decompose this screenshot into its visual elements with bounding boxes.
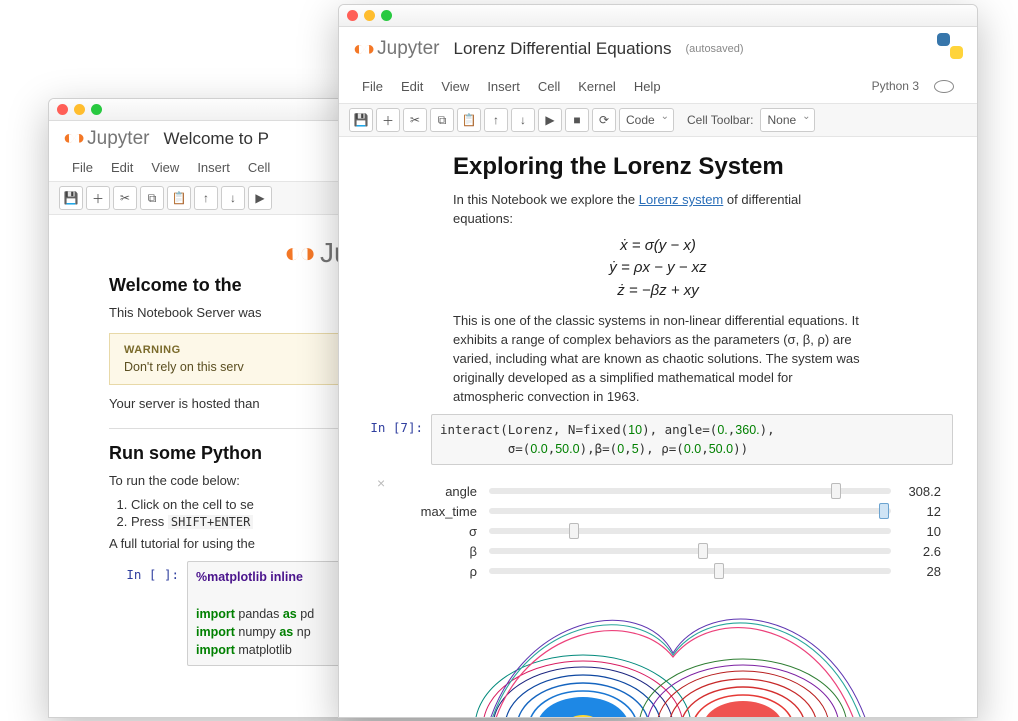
jupyter-orb-icon: ◐◑ (353, 38, 373, 61)
minimize-icon[interactable] (364, 10, 375, 21)
kernel-indicator: Python 3 (854, 71, 963, 101)
code-cell[interactable]: In [7]: interact(Lorenz, N=fixed(10), an… (353, 414, 953, 464)
input-prompt: In [7]: (353, 414, 431, 464)
widget-row: max_time 12 (399, 504, 941, 519)
widget-label: σ (399, 524, 489, 539)
menu-insert[interactable]: Insert (478, 75, 529, 98)
widget-close-icon[interactable]: × (377, 475, 385, 491)
slider-thumb-icon[interactable] (831, 483, 841, 499)
widget-slider[interactable] (489, 488, 891, 494)
stop-button[interactable]: ■ (565, 108, 589, 132)
move-down-button[interactable]: ↓ (511, 108, 535, 132)
run-button[interactable]: ▶ (248, 186, 272, 210)
close-icon[interactable] (57, 104, 68, 115)
move-up-button[interactable]: ↑ (484, 108, 508, 132)
python-logo-icon (937, 33, 963, 65)
slider-thumb-icon[interactable] (569, 523, 579, 539)
slider-thumb-icon[interactable] (714, 563, 724, 579)
widget-slider[interactable] (489, 548, 891, 554)
cut-button[interactable]: ✂ (113, 186, 137, 210)
widget-value: 12 (891, 504, 941, 519)
copy-button[interactable]: ⧉ (140, 186, 164, 210)
widget-value: 28 (891, 564, 941, 579)
widget-row: ρ 28 (399, 564, 941, 579)
jupyter-logo: ◐◑Jupyter (63, 127, 149, 150)
slider-thumb-icon[interactable] (879, 503, 889, 519)
notebook-title[interactable]: Lorenz Differential Equations (453, 39, 671, 59)
doc-p1: In this Notebook we explore the Lorenz s… (453, 191, 863, 229)
widget-label: ρ (399, 564, 489, 579)
move-down-button[interactable]: ↓ (221, 186, 245, 210)
minimize-icon[interactable] (74, 104, 85, 115)
menu-file[interactable]: File (353, 75, 392, 98)
jupyter-orb-icon: ◐◑ (63, 127, 83, 150)
menu-kernel[interactable]: Kernel (569, 75, 625, 98)
zoom-icon[interactable] (381, 10, 392, 21)
add-cell-button[interactable]: ＋ (86, 186, 110, 210)
copy-button[interactable]: ⧉ (430, 108, 454, 132)
menu-view[interactable]: View (142, 156, 188, 179)
notebook-header: ◐◑Jupyter Lorenz Differential Equations … (339, 27, 977, 69)
autosave-label: (autosaved) (685, 43, 743, 55)
save-button[interactable]: 💾 (59, 186, 83, 210)
restart-button[interactable]: ⟳ (592, 108, 616, 132)
cut-button[interactable]: ✂ (403, 108, 427, 132)
widget-value: 308.2 (891, 484, 941, 499)
save-button[interactable]: 💾 (349, 108, 373, 132)
kernel-status-icon[interactable] (934, 80, 954, 93)
menu-edit[interactable]: Edit (392, 75, 432, 98)
paste-button[interactable]: 📋 (167, 186, 191, 210)
close-icon[interactable] (347, 10, 358, 21)
widget-row: σ 10 (399, 524, 941, 539)
cell-type-select[interactable]: Code (619, 108, 674, 132)
widget-label: max_time (399, 504, 489, 519)
slider-thumb-icon[interactable] (698, 543, 708, 559)
menu-file[interactable]: File (63, 156, 102, 179)
menubar: File Edit View Insert Cell Kernel Help P… (339, 69, 977, 104)
widget-slider[interactable] (489, 528, 891, 534)
menu-cell[interactable]: Cell (239, 156, 279, 179)
menu-help[interactable]: Help (625, 75, 670, 98)
move-up-button[interactable]: ↑ (194, 186, 218, 210)
paste-button[interactable]: 📋 (457, 108, 481, 132)
toolbar: 💾 ＋ ✂ ⧉ 📋 ↑ ↓ ▶ ■ ⟳ Code Cell Toolbar: N… (339, 104, 977, 137)
cell-toolbar-select[interactable]: None (760, 108, 815, 132)
widget-row: angle 308.2 (399, 484, 941, 499)
doc-p2: This is one of the classic systems in no… (453, 312, 863, 406)
run-button[interactable]: ▶ (538, 108, 562, 132)
equations: ẋ = σ(y − x) ẏ = ρx − y − xz ż = −βz + x… (453, 235, 863, 303)
doc-heading: Exploring the Lorenz System (453, 153, 863, 181)
notebook-body: Exploring the Lorenz System In this Note… (339, 137, 977, 718)
menu-insert[interactable]: Insert (188, 156, 239, 179)
titlebar (339, 5, 977, 27)
code-area[interactable]: interact(Lorenz, N=fixed(10), angle=(0.,… (431, 414, 953, 464)
cell-toolbar-label: Cell Toolbar: (687, 113, 753, 127)
widget-label: angle (399, 484, 489, 499)
widget-slider[interactable] (489, 508, 891, 514)
lorenz-plot (433, 597, 903, 718)
lorenz-link[interactable]: Lorenz system (639, 192, 724, 207)
menu-view[interactable]: View (432, 75, 478, 98)
jupyter-logo: ◐◑Jupyter (353, 38, 439, 61)
menu-edit[interactable]: Edit (102, 156, 142, 179)
input-prompt: In [ ]: (109, 561, 187, 666)
zoom-icon[interactable] (91, 104, 102, 115)
kernel-name[interactable]: Python 3 (863, 75, 928, 97)
add-cell-button[interactable]: ＋ (376, 108, 400, 132)
widget-slider[interactable] (489, 568, 891, 574)
widget-value: 10 (891, 524, 941, 539)
widget-row: β 2.6 (399, 544, 941, 559)
front-window: ◐◑Jupyter Lorenz Differential Equations … (338, 4, 978, 718)
widget-panel: × angle 308.2 max_time 12 σ 10 β 2.6 ρ 28 (353, 473, 953, 579)
menu-cell[interactable]: Cell (529, 75, 569, 98)
widget-value: 2.6 (891, 544, 941, 559)
notebook-title[interactable]: Welcome to P (163, 129, 269, 149)
widget-label: β (399, 544, 489, 559)
